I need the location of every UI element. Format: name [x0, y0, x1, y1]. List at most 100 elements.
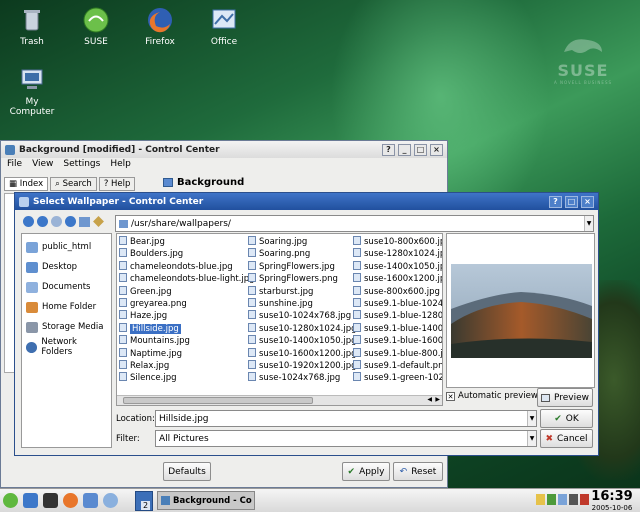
close-button[interactable]: ×	[581, 195, 594, 208]
up-icon[interactable]	[23, 216, 34, 227]
place-public-html[interactable]: public_html	[26, 237, 107, 257]
tray-icon[interactable]	[536, 494, 545, 505]
file-item[interactable]: suse9.1-blue-1600.	[353, 335, 442, 347]
help-title-button[interactable]: ?	[549, 195, 562, 208]
chevron-down-icon[interactable]: ▼	[527, 411, 536, 426]
forward-icon[interactable]	[51, 216, 62, 227]
file-item[interactable]: suse10-1400x1050.jpg	[248, 335, 357, 347]
file-item[interactable]: Bear.jpg	[119, 236, 247, 248]
file-item[interactable]: suse10-1280x1024.jpg	[248, 322, 357, 335]
place-documents[interactable]: Documents	[26, 277, 107, 297]
reload-icon[interactable]	[65, 216, 76, 227]
tab-search[interactable]: ⌕ Search	[50, 177, 97, 191]
file-item[interactable]: SpringFlowers.jpg	[248, 260, 352, 273]
menu-file[interactable]: File	[7, 159, 22, 173]
image-file-icon	[119, 248, 127, 258]
tab-index[interactable]: ▦ Index	[4, 177, 49, 191]
file-item[interactable]: chameleondots-blue-light.jpg	[119, 273, 255, 285]
place-desktop[interactable]: Desktop	[26, 257, 107, 277]
file-item[interactable]: suse-1600x1200.jpg	[353, 273, 442, 285]
place-storage-media[interactable]: Storage Media	[26, 317, 107, 337]
file-item[interactable]: Soaring.png	[248, 248, 352, 260]
ok-button[interactable]: ✔ OK	[540, 409, 593, 428]
file-item[interactable]: starburst.jpg	[248, 285, 352, 298]
file-item[interactable]: Boulders.jpg	[119, 248, 247, 260]
path-combo[interactable]: /usr/share/wallpapers/ ▼	[115, 215, 594, 232]
menu-help[interactable]: Help	[110, 159, 131, 173]
cancel-button[interactable]: ✖ Cancel	[540, 429, 593, 448]
file-item[interactable]: suse10-1920x1200.jpg	[248, 359, 357, 372]
file-item[interactable]: suse9.1-blue-1024.	[353, 297, 442, 310]
place-network-folders[interactable]: Network Folders	[26, 337, 107, 357]
image-file-icon	[353, 260, 361, 270]
file-item[interactable]: suse9.1-blue-1280.	[353, 310, 442, 322]
file-item[interactable]: suse10-800x600.jpg	[353, 236, 442, 248]
tab-help[interactable]: ? Help	[98, 177, 136, 191]
desktop-pager[interactable]: 2	[135, 491, 153, 511]
apply-button[interactable]: ✔ Apply	[342, 462, 390, 481]
file-item[interactable]: suse9.1-blue-1400.	[353, 322, 442, 335]
file-item[interactable]: suse9.1-green-102	[353, 372, 442, 384]
file-item[interactable]: Naptime.jpg	[119, 347, 247, 360]
minimize-button[interactable]: _	[398, 143, 411, 156]
close-button[interactable]: ×	[430, 143, 443, 156]
automatic-preview-toggle[interactable]: ✕ Automatic preview	[446, 391, 538, 401]
file-item[interactable]: Haze.jpg	[119, 310, 247, 322]
terminal-icon[interactable]	[43, 493, 58, 508]
clock[interactable]: 16:39 2005-10-06	[586, 489, 638, 512]
taskbar-task-background[interactable]: Background - Co	[157, 491, 255, 510]
horizontal-scrollbar[interactable]: ◀ ▶	[117, 395, 442, 405]
menu-settings[interactable]: Settings	[63, 159, 100, 173]
start-menu-icon[interactable]	[3, 493, 18, 508]
file-item[interactable]: suse9.1-blue-800.jp	[353, 347, 442, 360]
file-item[interactable]: Relax.jpg	[119, 359, 247, 372]
preview-button[interactable]: Preview	[537, 388, 593, 407]
desktop-icon-my-computer[interactable]: My Computer	[0, 66, 64, 117]
desktop-icon-firefox[interactable]: Firefox	[128, 6, 192, 47]
file-item[interactable]: suse-1400x1050.jpg	[353, 260, 442, 273]
volume-icon[interactable]	[569, 494, 578, 505]
file-item[interactable]: Mountains.jpg	[119, 335, 247, 347]
file-item[interactable]: suse10-1600x1200.jpg	[248, 347, 357, 360]
location-combo[interactable]: Hillside.jpg ▼	[155, 410, 537, 427]
checkbox-icon[interactable]: ✕	[446, 391, 455, 401]
office-icon[interactable]	[83, 493, 98, 508]
place-home-folder[interactable]: Home Folder	[26, 297, 107, 317]
file-item[interactable]: suse9.1-default.png	[353, 359, 442, 372]
help-icon[interactable]	[103, 493, 118, 508]
reset-button[interactable]: ↶ Reset	[393, 462, 443, 481]
file-item[interactable]: Silence.jpg	[119, 372, 247, 384]
file-item[interactable]: SpringFlowers.png	[248, 273, 352, 285]
browser-icon[interactable]	[63, 493, 78, 508]
maximize-button[interactable]: □	[414, 143, 427, 156]
maximize-button[interactable]: □	[565, 195, 578, 208]
configure-icon[interactable]	[93, 216, 104, 227]
file-item[interactable]: chameleondots-blue.jpg	[119, 260, 247, 273]
file-item[interactable]: suse10-1024x768.jpg	[248, 310, 352, 322]
file-item-selected[interactable]: Hillside.jpg	[119, 322, 247, 335]
chevron-right-icon[interactable]: ▶	[435, 396, 440, 403]
file-item[interactable]: suse-1024x768.jpg	[248, 372, 352, 384]
tray-icon[interactable]	[547, 494, 556, 505]
menu-view[interactable]: View	[32, 159, 53, 173]
file-item[interactable]: suse-1280x1024.jpg	[353, 248, 442, 260]
scrollbar-thumb[interactable]	[123, 397, 313, 404]
new-folder-icon[interactable]	[79, 216, 90, 227]
file-item[interactable]: suse-800x600.jpg	[353, 285, 442, 298]
file-item[interactable]: Soaring.jpg	[248, 236, 352, 248]
desktop-icon-suse[interactable]: SUSE	[64, 6, 128, 47]
chevron-left-icon[interactable]: ◀	[427, 396, 432, 403]
file-item[interactable]: Green.jpg	[119, 285, 247, 298]
back-icon[interactable]	[37, 216, 48, 227]
home-icon[interactable]	[23, 493, 38, 508]
file-item[interactable]: sunshine.jpg	[248, 297, 352, 310]
desktop-icon-trash[interactable]: Trash	[0, 6, 64, 47]
help-title-button[interactable]: ?	[382, 143, 395, 156]
chevron-down-icon[interactable]: ▼	[527, 431, 536, 446]
defaults-button[interactable]: Defaults	[163, 462, 211, 481]
file-item[interactable]: greyarea.png	[119, 297, 247, 310]
chevron-down-icon[interactable]: ▼	[584, 216, 593, 231]
filter-combo[interactable]: All Pictures ▼	[155, 430, 537, 447]
tray-icon[interactable]	[558, 494, 567, 505]
desktop-icon-office[interactable]: Office	[192, 6, 256, 47]
